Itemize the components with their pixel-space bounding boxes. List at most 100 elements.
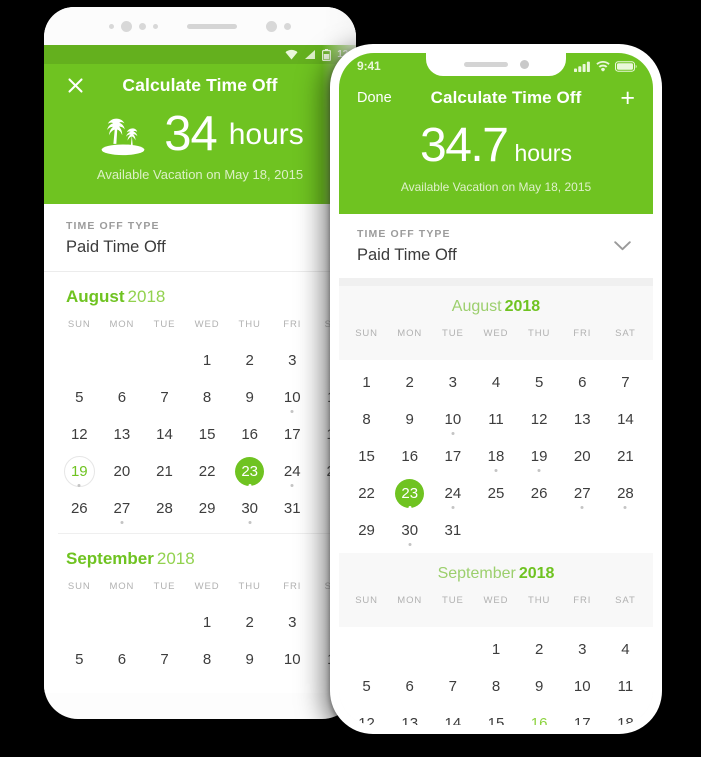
- calendar-day-cell[interactable]: 22: [345, 475, 388, 512]
- android-calendar[interactable]: August2018SUNMONTUEWEDTHUFRISAT123456789…: [44, 272, 356, 678]
- calendar-day-cell[interactable]: 6: [561, 364, 604, 401]
- calendar-day-cell[interactable]: 16: [228, 416, 271, 453]
- calendar-day-cell[interactable]: 12: [518, 401, 561, 438]
- calendar-day-cell[interactable]: 9: [228, 379, 271, 416]
- calendar-day-number: 23: [235, 457, 265, 486]
- calendar-day-cell[interactable]: 16: [518, 705, 561, 725]
- calendar-day-cell[interactable]: 31: [271, 490, 314, 527]
- calendar-day-cell[interactable]: 11: [604, 668, 647, 705]
- calendar-day-cell[interactable]: 7: [431, 668, 474, 705]
- calendar-day-cell[interactable]: 1: [345, 364, 388, 401]
- calendar-day-cell[interactable]: 9: [518, 668, 561, 705]
- calendar-day-cell[interactable]: 2: [228, 604, 271, 641]
- calendar-day-cell[interactable]: 21: [604, 438, 647, 475]
- calendar-day-cell[interactable]: 10: [271, 641, 314, 678]
- chevron-down-icon[interactable]: [614, 241, 631, 251]
- calendar-day-cell[interactable]: 23: [228, 453, 271, 490]
- calendar-day-cell[interactable]: 14: [143, 416, 186, 453]
- calendar-day-cell[interactable]: 6: [388, 668, 431, 705]
- calendar-day-cell[interactable]: 16: [388, 438, 431, 475]
- calendar-day-cell[interactable]: 10: [431, 401, 474, 438]
- calendar-day-cell[interactable]: 28: [604, 475, 647, 512]
- calendar-day-cell[interactable]: 8: [186, 641, 229, 678]
- calendar-day-cell[interactable]: 4: [604, 631, 647, 668]
- calendar-day-cell[interactable]: 3: [431, 364, 474, 401]
- calendar-day-cell[interactable]: 31: [431, 512, 474, 549]
- calendar-day-cell[interactable]: 18: [474, 438, 517, 475]
- calendar-day-cell[interactable]: 12: [58, 416, 101, 453]
- calendar-day-cell[interactable]: 10: [561, 668, 604, 705]
- calendar-day-cell[interactable]: 27: [101, 490, 144, 527]
- calendar-day-cell[interactable]: 29: [345, 512, 388, 549]
- calendar-day-cell[interactable]: 14: [431, 705, 474, 725]
- calendar-day-cell[interactable]: 4: [474, 364, 517, 401]
- calendar-day-cell[interactable]: 28: [143, 490, 186, 527]
- calendar-day-cell[interactable]: 13: [561, 401, 604, 438]
- calendar-day-cell[interactable]: 19: [518, 438, 561, 475]
- ios-time-off-type-row[interactable]: TIME OFF TYPE Paid Time Off: [339, 214, 653, 279]
- calendar-day-cell[interactable]: 6: [101, 641, 144, 678]
- calendar-day-cell[interactable]: 15: [186, 416, 229, 453]
- calendar-day-cell[interactable]: 5: [58, 379, 101, 416]
- calendar-day-cell[interactable]: 5: [345, 668, 388, 705]
- calendar-day-cell[interactable]: 1: [474, 631, 517, 668]
- calendar-day-number: 10: [283, 389, 301, 406]
- calendar-day-cell[interactable]: 17: [431, 438, 474, 475]
- weekday-label: TUE: [153, 319, 176, 330]
- calendar-day-cell[interactable]: 6: [101, 379, 144, 416]
- calendar-day-cell[interactable]: 5: [518, 364, 561, 401]
- calendar-day-cell[interactable]: 3: [271, 604, 314, 641]
- calendar-day-cell[interactable]: 10: [271, 379, 314, 416]
- calendar-day-cell[interactable]: 24: [271, 453, 314, 490]
- calendar-day-cell[interactable]: 1: [186, 604, 229, 641]
- done-button[interactable]: Done: [357, 90, 392, 106]
- calendar-day-cell[interactable]: 7: [143, 379, 186, 416]
- calendar-day-cell[interactable]: 19: [58, 453, 101, 490]
- calendar-day-number: 23: [395, 479, 425, 509]
- calendar-day-cell[interactable]: 17: [271, 416, 314, 453]
- calendar-day-number: 1: [362, 374, 371, 392]
- add-button[interactable]: +: [620, 85, 635, 111]
- calendar-day-cell[interactable]: 27: [561, 475, 604, 512]
- calendar-day-cell[interactable]: 18: [604, 705, 647, 725]
- calendar-day-cell[interactable]: 9: [228, 641, 271, 678]
- android-time-off-type-row[interactable]: TIME OFF TYPE Paid Time Off: [44, 204, 356, 272]
- calendar-day-cell[interactable]: 20: [561, 438, 604, 475]
- calendar-day-cell[interactable]: 17: [561, 705, 604, 725]
- calendar-day-cell[interactable]: 13: [101, 416, 144, 453]
- calendar-day-cell[interactable]: 5: [58, 641, 101, 678]
- calendar-day-cell[interactable]: 8: [186, 379, 229, 416]
- calendar-day-cell[interactable]: 23: [388, 475, 431, 512]
- calendar-day-cell[interactable]: 3: [271, 342, 314, 379]
- calendar-day-cell[interactable]: 13: [388, 705, 431, 725]
- calendar-day-cell[interactable]: 22: [186, 453, 229, 490]
- calendar-day-cell[interactable]: 15: [474, 705, 517, 725]
- calendar-day-cell[interactable]: 12: [345, 705, 388, 725]
- calendar-day-cell[interactable]: 25: [474, 475, 517, 512]
- calendar-day-cell[interactable]: 2: [388, 364, 431, 401]
- calendar-week-row: 15 16 17 18 19 20 21: [345, 438, 647, 475]
- calendar-day-cell[interactable]: 14: [604, 401, 647, 438]
- calendar-day-cell[interactable]: 24: [431, 475, 474, 512]
- calendar-day-number: 5: [75, 389, 84, 406]
- calendar-day-cell[interactable]: 30: [388, 512, 431, 549]
- calendar-day-cell[interactable]: 26: [58, 490, 101, 527]
- calendar-day-cell[interactable]: 29: [186, 490, 229, 527]
- calendar-day-cell[interactable]: 2: [518, 631, 561, 668]
- calendar-day-cell[interactable]: 21: [143, 453, 186, 490]
- calendar-day-cell[interactable]: 8: [345, 401, 388, 438]
- calendar-day-cell[interactable]: 26: [518, 475, 561, 512]
- calendar-day-cell[interactable]: 2: [228, 342, 271, 379]
- calendar-day-cell[interactable]: 11: [474, 401, 517, 438]
- calendar-day-cell[interactable]: 1: [186, 342, 229, 379]
- calendar-day-cell[interactable]: 3: [561, 631, 604, 668]
- calendar-day-cell[interactable]: 20: [101, 453, 144, 490]
- calendar-day-cell[interactable]: 9: [388, 401, 431, 438]
- ios-calendar[interactable]: August 2018 SUN MON TUE WED THU FRI SAT 1 2 3 4 5 6 7 8 9…: [339, 286, 653, 725]
- close-icon[interactable]: [66, 76, 85, 95]
- calendar-day-cell[interactable]: 8: [474, 668, 517, 705]
- calendar-day-cell[interactable]: 30: [228, 490, 271, 527]
- calendar-day-cell[interactable]: 7: [604, 364, 647, 401]
- calendar-day-cell[interactable]: 15: [345, 438, 388, 475]
- calendar-day-cell[interactable]: 7: [143, 641, 186, 678]
